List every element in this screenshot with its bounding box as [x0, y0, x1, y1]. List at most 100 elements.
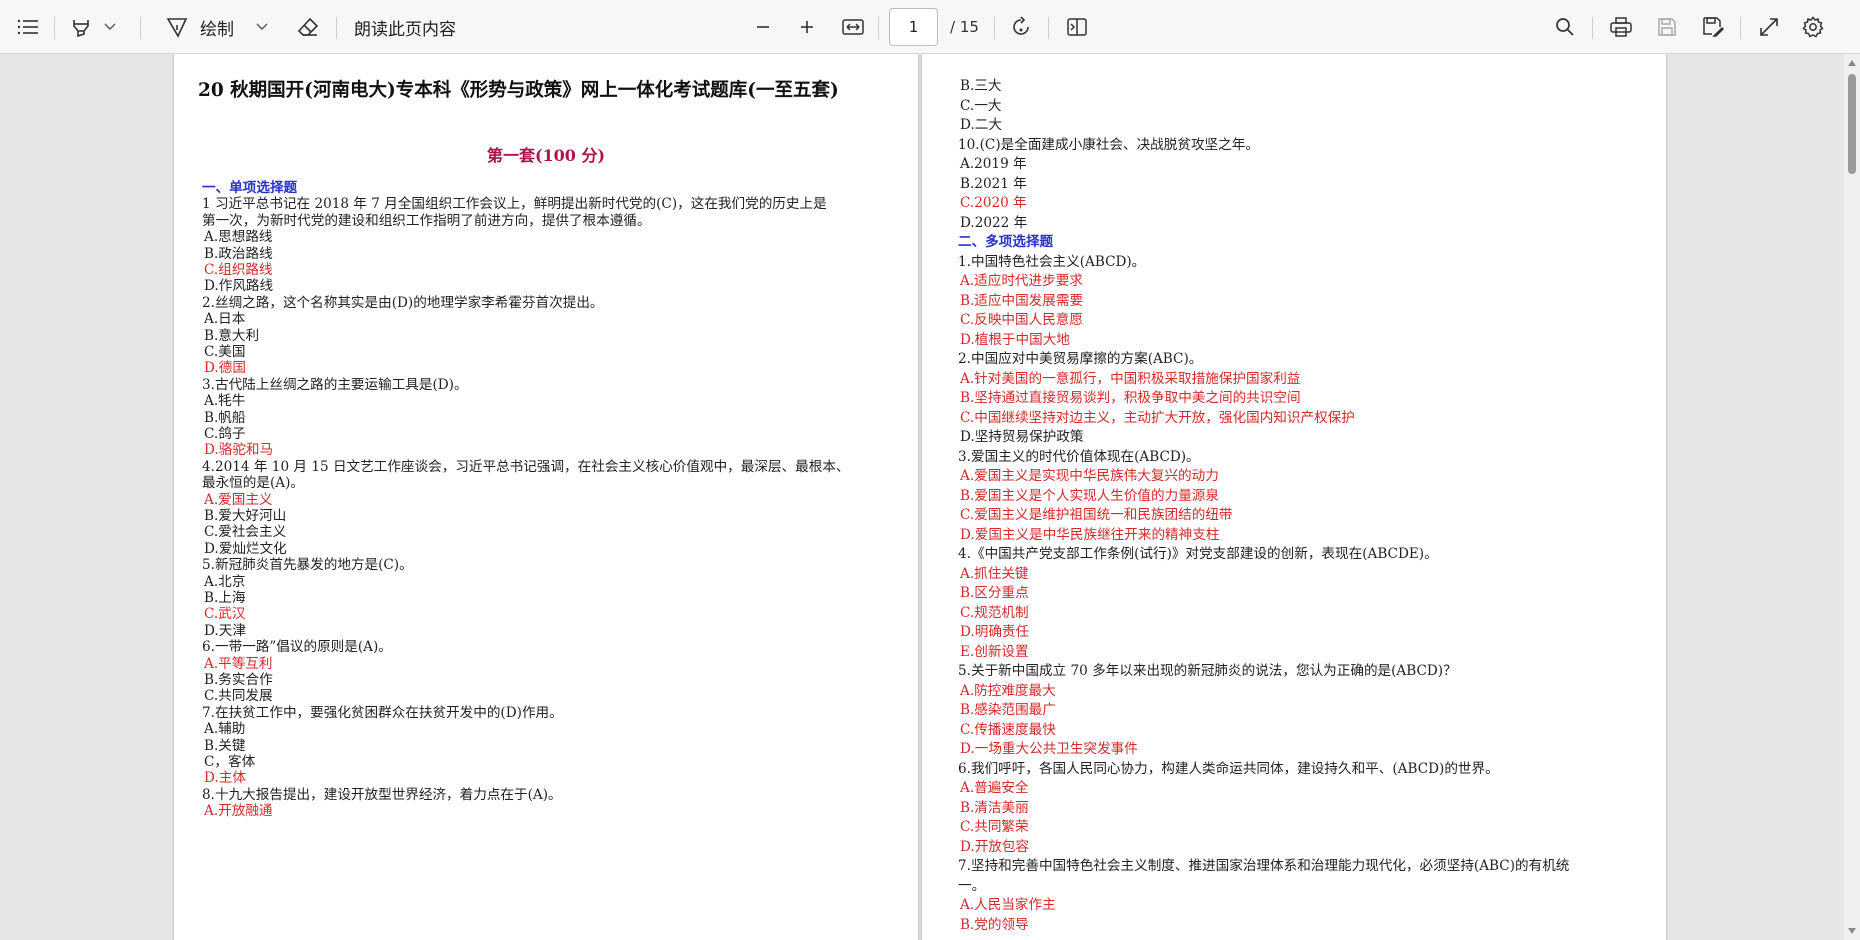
document-title: 20 秋期国开(河南电大)专本科《形势与政策》网上一体化考试题库(一至五套) — [198, 80, 839, 101]
answer-line: B.清洁美丽 — [960, 799, 1029, 816]
save-button[interactable] — [1650, 0, 1684, 54]
text-line: 2.中国应对中美贸易摩擦的方案(ABC)。 — [958, 351, 1203, 367]
text-line: C.一大 — [960, 97, 1002, 114]
answer-line: A.适应时代进步要求 — [960, 273, 1083, 289]
answer-line: A.开放融通 — [204, 803, 273, 820]
answer-line: B.党的领导 — [960, 916, 1029, 933]
list-icon — [17, 18, 39, 36]
gear-icon — [1802, 16, 1824, 38]
answer-line: E.创新设置 — [960, 643, 1029, 660]
fit-width-button[interactable] — [836, 0, 870, 54]
text-line: B.2021 年 — [960, 175, 1027, 192]
print-icon — [1610, 17, 1632, 37]
answer-line: A.防控难度最大 — [960, 682, 1056, 699]
fullscreen-button[interactable] — [1752, 0, 1786, 54]
scroll-thumb[interactable] — [1848, 74, 1856, 174]
section-heading: 二、多项选择题 — [958, 234, 1054, 250]
answer-line: A.抓住关键 — [960, 565, 1029, 582]
answer-line: B.坚持通过直接贸易谈判，积极争取中美之间的共识空间 — [960, 390, 1301, 406]
answer-line: A.普遍安全 — [960, 780, 1029, 796]
read-aloud-button[interactable]: 朗读此页内容 — [354, 0, 494, 54]
text-line: 一。 — [958, 877, 986, 894]
answer-line: B.区分重点 — [960, 585, 1029, 601]
save-as-button[interactable] — [1696, 0, 1730, 54]
pen-icon — [165, 16, 189, 38]
text-line: 3.爱国主义的时代价值体现在(ABCD)。 — [958, 448, 1200, 465]
text-line: D.二大 — [960, 117, 1002, 133]
document-viewer[interactable]: 20 秋期国开(河南电大)专本科《形势与政策》网上一体化考试题库(一至五套) 第… — [0, 54, 1860, 940]
rotate-icon — [1010, 16, 1032, 38]
text-line: A.2019 年 — [960, 156, 1027, 172]
rotate-button[interactable] — [1004, 0, 1038, 54]
settings-button[interactable] — [1796, 0, 1830, 54]
zoom-out-button[interactable] — [746, 0, 780, 54]
answer-line: A.人民当家作主 — [960, 897, 1056, 913]
toolbar-separator — [336, 17, 337, 39]
draw-button[interactable] — [160, 0, 194, 54]
text-line: 4.《中国共产党支部工作条例(试行)》对党支部建设的创新，表现在(ABCDE)。 — [958, 546, 1438, 562]
page-view-button[interactable] — [1060, 0, 1094, 54]
text-line: 7.在扶贫工作中，要强化贫困群众在扶贫开发中的(D)作用。 — [202, 704, 563, 721]
minus-icon — [755, 19, 771, 35]
toolbar-separator — [878, 17, 879, 39]
eraser-icon — [297, 16, 319, 38]
page-total: / 15 — [950, 18, 979, 36]
draw-label[interactable]: 绘制 — [200, 0, 240, 54]
page-view-icon — [1066, 17, 1088, 37]
toolbar-separator — [140, 17, 141, 39]
text-line: 7.坚持和完善中国特色社会主义制度、推进国家治理体系和治理能力现代化，必须坚持(… — [958, 858, 1570, 874]
answer-line: B.感染范围最广 — [960, 702, 1056, 718]
answer-line: C.爱国主义是维护祖国统一和民族团结的纽带 — [960, 507, 1233, 523]
answer-line: C.共同繁荣 — [960, 819, 1029, 835]
pdf-page-right: B.三大 C.一大 D.二大 10.(C)是全面建成小康社会、决战脱贫攻坚之年。 A.2… — [922, 54, 1666, 940]
highlight-button[interactable] — [66, 0, 96, 54]
fit-width-icon — [842, 18, 864, 36]
text-line: D.坚持贸易保护政策 — [960, 429, 1084, 445]
highlighter-icon — [70, 16, 92, 38]
scroll-up-arrow[interactable] — [1848, 60, 1856, 66]
chevron-down-icon — [256, 23, 268, 31]
contents-button[interactable] — [12, 0, 44, 54]
zoom-in-button[interactable] — [790, 0, 824, 54]
save-icon — [1657, 17, 1677, 37]
text-line: 6.我们呼吁，各国人民同心协力，构建人类命运共同体，建设持久和平、(ABCD)的… — [958, 760, 1499, 777]
answer-line: C.中国继续坚持对边主义，主动扩大开放，强化国内知识产权保护 — [960, 409, 1355, 426]
pdf-page-left: 20 秋期国开(河南电大)专本科《形势与政策》网上一体化考试题库(一至五套) 第… — [174, 54, 918, 940]
toolbar: 绘制 朗读此页内容 / 15 — [0, 0, 1860, 54]
answer-line: B.适应中国发展需要 — [960, 292, 1084, 309]
text-line: 2.丝绸之路，这个名称其实是由(D)的地理学家李希霍芬首次提出。 — [202, 294, 604, 311]
toolbar-separator — [1048, 17, 1049, 39]
answer-line: D.植根于中国大地 — [960, 331, 1070, 348]
answer-line: C.传播速度最快 — [960, 721, 1056, 738]
erase-button[interactable] — [292, 0, 324, 54]
answer-line: C.反映中国人民意愿 — [960, 312, 1083, 328]
set-title: 第一套(100 分) — [486, 146, 606, 165]
toolbar-separator — [1592, 17, 1593, 39]
answer-line: A.针对美国的一意孤行，中国积极采取措施保护国家利益 — [960, 370, 1301, 387]
text-line: B.三大 — [960, 78, 1002, 94]
draw-dropdown[interactable] — [252, 0, 272, 54]
answer-line: B.爱国主义是个人实现人生价值的力量源泉 — [960, 487, 1219, 504]
text-line: 10.(C)是全面建成小康社会、决战脱贫攻坚之年。 — [958, 136, 1259, 153]
answer-line: D.明确责任 — [960, 624, 1030, 640]
answer-line: D.开放包容 — [960, 838, 1030, 855]
highlight-dropdown[interactable] — [100, 0, 120, 54]
answer-line: D.一场重大公共卫生突发事件 — [960, 741, 1138, 757]
search-button[interactable] — [1548, 0, 1582, 54]
answer-line: C.2020 年 — [960, 195, 1027, 211]
vertical-scrollbar[interactable] — [1844, 54, 1860, 940]
answer-line: A.爱国主义是实现中华民族伟大复兴的动力 — [960, 468, 1219, 484]
save-as-icon — [1702, 16, 1724, 38]
print-button[interactable] — [1604, 0, 1638, 54]
expand-icon — [1759, 17, 1779, 37]
toolbar-separator — [1740, 17, 1741, 39]
answer-line: C.规范机制 — [960, 604, 1029, 621]
search-icon — [1555, 17, 1575, 37]
page-number-input[interactable] — [889, 8, 938, 46]
scroll-down-arrow[interactable] — [1848, 928, 1856, 934]
text-line: D.2022 年 — [960, 214, 1028, 231]
text-line: 1.中国特色社会主义(ABCD)。 — [958, 253, 1146, 270]
toolbar-separator — [994, 17, 995, 39]
chevron-down-icon — [104, 23, 116, 31]
text-line: 5.关于新中国成立 70 多年以来出现的新冠肺炎的说法，您认为正确的是(ABCD… — [958, 663, 1457, 679]
